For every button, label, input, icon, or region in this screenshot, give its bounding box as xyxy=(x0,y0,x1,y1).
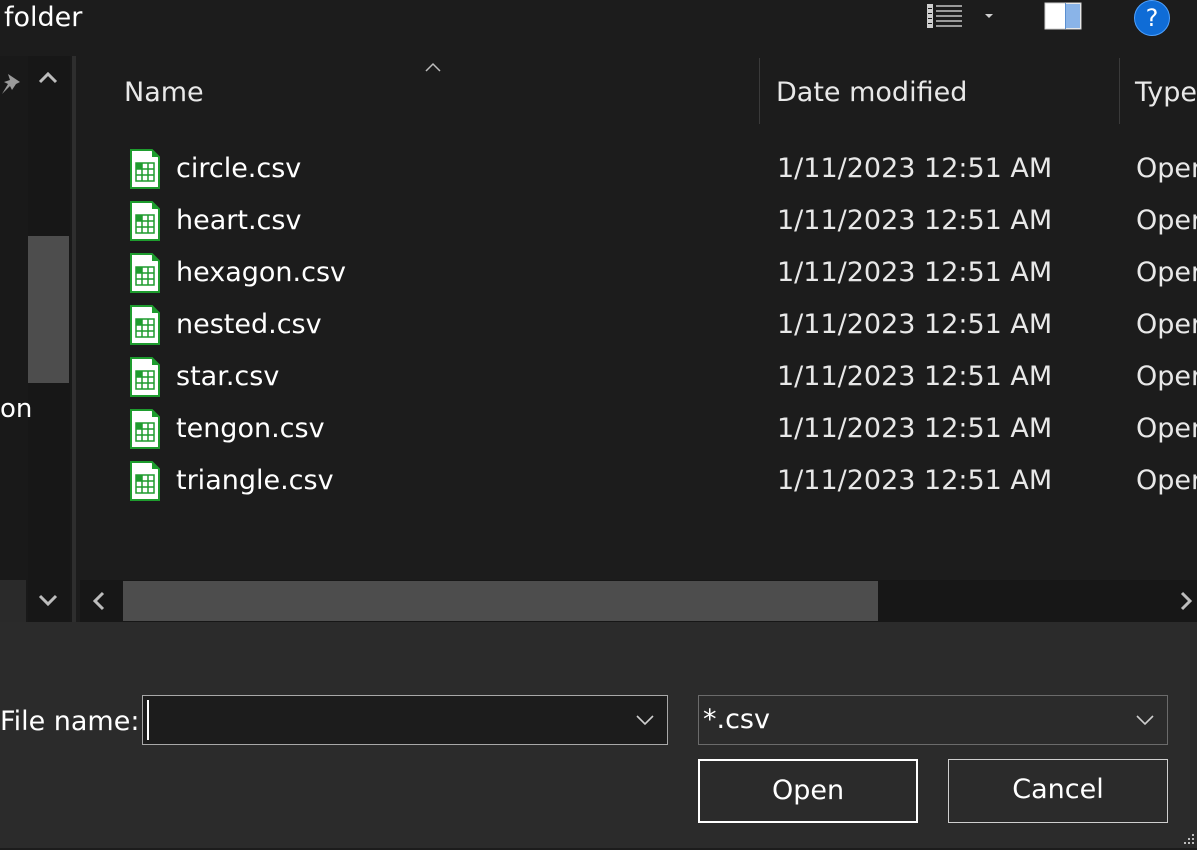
file-date-modified: 1/11/2023 12:51 AM xyxy=(777,205,1053,236)
file-name: hexagon.csv xyxy=(176,257,347,288)
chevron-down-icon[interactable] xyxy=(635,712,655,728)
open-button[interactable]: Open xyxy=(698,759,918,823)
file-name: heart.csv xyxy=(176,205,302,236)
spreadsheet-file-icon xyxy=(130,305,160,345)
file-row[interactable]: hexagon.csv 1/11/2023 12:51 AM Oper xyxy=(124,253,1197,305)
file-date-modified: 1/11/2023 12:51 AM xyxy=(777,257,1053,288)
preview-pane-icon[interactable] xyxy=(1044,2,1082,30)
scroll-down-icon[interactable] xyxy=(36,588,60,612)
spreadsheet-file-icon xyxy=(130,253,160,293)
resize-grip-icon[interactable] xyxy=(1180,830,1196,846)
spreadsheet-file-icon xyxy=(130,149,160,189)
pin-icon xyxy=(0,72,22,98)
file-name-combobox[interactable] xyxy=(142,695,668,745)
folder-title: folder xyxy=(4,2,83,33)
file-row[interactable]: circle.csv 1/11/2023 12:51 AM Oper xyxy=(124,149,1197,201)
file-row[interactable]: star.csv 1/11/2023 12:51 AM Oper xyxy=(124,357,1197,409)
nav-scrollbar-thumb[interactable] xyxy=(28,236,69,383)
file-row[interactable]: triangle.csv 1/11/2023 12:51 AM Oper xyxy=(124,461,1197,513)
help-button[interactable]: ? xyxy=(1134,0,1170,36)
column-separator[interactable] xyxy=(759,58,760,124)
column-header-type[interactable]: Type xyxy=(1135,74,1197,112)
file-date-modified: 1/11/2023 12:51 AM xyxy=(777,413,1053,444)
spreadsheet-file-icon xyxy=(130,461,160,501)
file-name-input[interactable] xyxy=(147,700,617,740)
chevron-down-icon[interactable] xyxy=(982,8,996,22)
scroll-right-icon[interactable] xyxy=(1176,588,1197,614)
file-date-modified: 1/11/2023 12:51 AM xyxy=(777,153,1053,184)
column-header-name[interactable]: Name xyxy=(124,74,204,112)
file-type: Oper xyxy=(1136,361,1197,392)
spreadsheet-file-icon xyxy=(130,357,160,397)
file-name: triangle.csv xyxy=(176,465,334,496)
file-date-modified: 1/11/2023 12:51 AM xyxy=(777,465,1053,496)
file-date-modified: 1/11/2023 12:51 AM xyxy=(777,361,1053,392)
file-type-filter[interactable]: *.csv xyxy=(698,695,1168,745)
title-bar xyxy=(0,0,1197,56)
file-name: tengon.csv xyxy=(176,413,325,444)
file-type: Oper xyxy=(1136,205,1197,236)
chevron-down-icon[interactable] xyxy=(1135,712,1155,728)
nav-item-partial[interactable] xyxy=(0,580,26,622)
pane-divider[interactable] xyxy=(72,56,76,622)
file-name: nested.csv xyxy=(176,309,322,340)
file-row[interactable]: tengon.csv 1/11/2023 12:51 AM Oper xyxy=(124,409,1197,461)
file-name: star.csv xyxy=(176,361,280,392)
details-view-icon[interactable] xyxy=(926,2,964,30)
column-header-date-modified[interactable]: Date modified xyxy=(776,74,967,112)
cancel-button[interactable]: Cancel xyxy=(948,759,1168,823)
file-type: Oper xyxy=(1136,309,1197,340)
spreadsheet-file-icon xyxy=(130,201,160,241)
spreadsheet-file-icon xyxy=(130,409,160,449)
file-row[interactable]: nested.csv 1/11/2023 12:51 AM Oper xyxy=(124,305,1197,357)
file-type: Oper xyxy=(1136,153,1197,184)
nav-item-label[interactable]: on xyxy=(0,394,32,424)
file-type: Oper xyxy=(1136,257,1197,288)
file-date-modified: 1/11/2023 12:51 AM xyxy=(777,309,1053,340)
file-type: Oper xyxy=(1136,465,1197,496)
horizontal-scrollbar-thumb[interactable] xyxy=(123,581,878,621)
sort-ascending-icon xyxy=(424,58,442,72)
file-name: circle.csv xyxy=(176,153,302,184)
file-row[interactable]: heart.csv 1/11/2023 12:51 AM Oper xyxy=(124,201,1197,253)
file-type: Oper xyxy=(1136,413,1197,444)
file-name-label: File name: xyxy=(0,706,140,737)
scroll-up-icon[interactable] xyxy=(36,66,60,90)
scroll-left-icon[interactable] xyxy=(86,588,112,614)
column-separator[interactable] xyxy=(1119,58,1120,124)
file-type-filter-value: *.csv xyxy=(703,704,770,735)
